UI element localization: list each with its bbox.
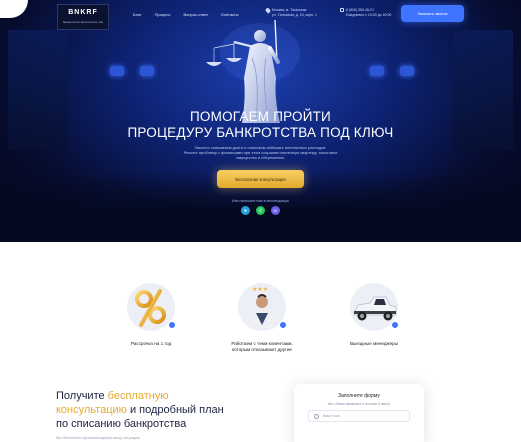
background-lamp <box>370 66 384 76</box>
hero-subtitle-line-3: имущество и сбережения. <box>236 155 285 160</box>
feature-dot <box>168 321 176 329</box>
messenger-links: ➤ ✆ ☏ <box>241 206 280 215</box>
nav-link-faq[interactable]: Вопрос-ответ <box>183 12 208 17</box>
feature-image-circle <box>350 283 399 331</box>
logo-subtitle: банкротство физических лиц <box>62 20 104 24</box>
consultation-note: Мы бесплатно проанализируем вашу ситуаци… <box>56 436 140 440</box>
nav-link-process[interactable]: Процесс <box>155 12 171 17</box>
address-line-2: ул. Таганская, д. 24, корп. 1 <box>272 13 317 17</box>
background-lamp <box>110 66 124 76</box>
consultation-line-1: Получите бесплатную <box>56 389 266 403</box>
consultation-highlight: консультацию <box>56 404 127 416</box>
form-subtitle: Мы с Вами свяжемся в течение 5 минут <box>327 402 391 406</box>
logo[interactable]: BNKRF банкротство физических лиц <box>57 4 109 30</box>
telegram-icon[interactable]: ➤ <box>241 206 250 215</box>
feature-label-line-2: которым отказывают другие <box>232 347 292 352</box>
callback-button[interactable]: Заказать звонок <box>401 5 464 22</box>
nav-link-blog[interactable]: Блог <box>133 12 142 17</box>
background-lamp <box>140 66 154 76</box>
svg-text:★★★: ★★★ <box>252 286 268 293</box>
messengers-note: Или напишите нам в мессенджеры <box>231 199 290 203</box>
consultation-heading: Получите бесплатную консультацию и подро… <box>56 389 266 431</box>
consultation-line-3: по списанию банкротства <box>56 418 187 430</box>
hero-section: BNKRF банкротство физических лиц Блог Пр… <box>0 0 521 242</box>
feature-label: Выездные менеджеры <box>349 341 399 346</box>
hero-title-line-2: ПРОЦЕДУРУ БАНКРОТСТВА ПОД КЛЮЧ <box>127 125 394 140</box>
feature-dot <box>391 321 399 329</box>
feature-dot <box>279 321 287 329</box>
feature-field-managers: Выездные менеджеры <box>335 283 413 347</box>
feature-difficult-clients: ★★★ Работаем с теми клиентами, которым о… <box>218 283 306 353</box>
name-placeholder: Ваше имя <box>323 414 340 418</box>
work-hours: Ежедневно с 10:00 до 20:00 <box>346 13 392 17</box>
feature-label: Рассрочка на 1 год <box>130 341 172 346</box>
hero-title-line-1: ПОМОГАЕМ ПРОЙТИ <box>190 109 331 124</box>
feature-label: Работаем с теми клиентами, которым отказ… <box>218 341 306 353</box>
logo-title: BNKRF <box>68 9 98 16</box>
header-address: Москва, м. Таганская ул. Таганская, д. 2… <box>264 7 317 18</box>
location-pin-icon <box>264 7 272 14</box>
hero-subtitle: Законно списываем долги и помогаем избеж… <box>150 145 371 160</box>
feature-installment: Рассрочка на 1 год <box>117 283 185 347</box>
form-title: Заполните форму <box>338 393 380 399</box>
background-lamp <box>400 66 414 76</box>
name-input[interactable]: Ваше имя <box>308 410 410 422</box>
consultation-text: Получите <box>56 390 108 402</box>
nav-link-contacts[interactable]: Контакты <box>221 12 238 17</box>
lead-form: Заполните форму Мы с Вами свяжемся в теч… <box>294 384 424 442</box>
feature-image-circle <box>127 283 176 331</box>
free-consultation-button[interactable]: Бесплатная консультация <box>217 170 304 188</box>
hero-title: ПОМОГАЕМ ПРОЙТИ ПРОЦЕДУРУ БАНКРОТСТВА ПО… <box>0 109 521 141</box>
user-icon <box>314 414 319 419</box>
viber-icon[interactable]: ☏ <box>271 206 280 215</box>
header-phone: 8 (800) 350-45-21 Ежедневно с 10:00 до 2… <box>340 8 392 18</box>
themis-statue-image <box>206 19 300 123</box>
consultation-text: и подробный план <box>126 404 224 416</box>
whatsapp-icon[interactable]: ✆ <box>256 206 265 215</box>
main-nav: Блог Процесс Вопрос-ответ Контакты <box>133 12 239 17</box>
consultation-line-2: консультацию и подробный план <box>56 403 266 417</box>
feature-image-circle: ★★★ <box>238 283 287 331</box>
phone-icon <box>340 8 344 12</box>
consultation-highlight: бесплатную <box>107 390 169 402</box>
